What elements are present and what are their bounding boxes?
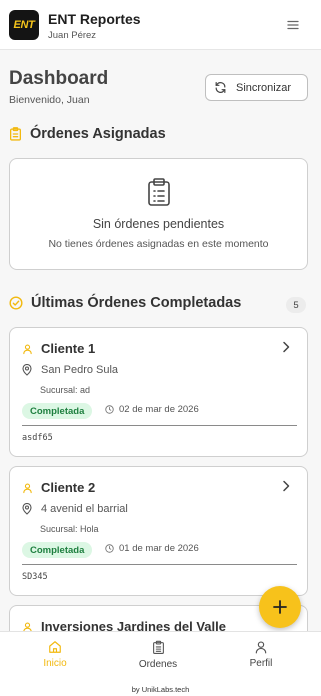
status-badge: Completada bbox=[22, 542, 93, 558]
order-branch: Sucursal: ad bbox=[40, 385, 91, 395]
app-header: ENT ENT Reportes Juan Pérez bbox=[0, 0, 321, 50]
sync-button[interactable]: Sincronizar bbox=[205, 74, 308, 101]
assigned-heading: Órdenes Asignadas bbox=[9, 126, 166, 142]
clipboard-icon bbox=[148, 178, 170, 206]
nav-label: Ordenes bbox=[138, 659, 178, 670]
menu-icon bbox=[287, 20, 299, 30]
completed-heading: Últimas Órdenes Completadas bbox=[9, 295, 241, 311]
home-icon bbox=[49, 641, 61, 653]
sync-label: Sincronizar bbox=[236, 81, 292, 94]
order-code: asdf65 bbox=[22, 433, 53, 443]
clipboard-icon bbox=[152, 640, 164, 655]
clipboard-icon bbox=[10, 127, 21, 141]
clock-icon bbox=[105, 544, 114, 553]
status-badge: Completada bbox=[22, 403, 93, 419]
order-date: 01 de mar de 2026 bbox=[105, 543, 199, 554]
order-location: 4 avenid el barrial bbox=[22, 503, 128, 515]
user-icon bbox=[23, 344, 32, 354]
order-location: San Pedro Sula bbox=[22, 364, 118, 376]
add-order-button[interactable] bbox=[259, 586, 301, 628]
divider bbox=[22, 564, 297, 565]
refresh-icon bbox=[215, 82, 226, 93]
app-logo: ENT bbox=[9, 10, 39, 40]
order-card[interactable]: Cliente 2 4 avenid el barrial Sucursal: … bbox=[9, 466, 308, 596]
order-branch: Sucursal: Hola bbox=[40, 524, 99, 534]
chevron-right-icon[interactable] bbox=[282, 341, 290, 353]
footer-credit: by UnikLabs.tech bbox=[131, 685, 190, 694]
welcome-text: Bienvenido, Juan bbox=[9, 94, 90, 106]
user-name: Juan Pérez bbox=[48, 30, 97, 41]
order-client: Cliente 2 bbox=[22, 480, 95, 495]
empty-description: No tienes órdenes asignadas en este mome… bbox=[48, 238, 269, 250]
map-pin-icon bbox=[22, 503, 32, 515]
plus-icon bbox=[273, 600, 287, 614]
order-date: 02 de mar de 2026 bbox=[105, 404, 199, 415]
map-pin-icon bbox=[22, 364, 32, 376]
completed-count-badge: 5 bbox=[286, 297, 306, 313]
order-card[interactable]: Cliente 1 San Pedro Sula Sucursal: ad Co… bbox=[9, 327, 308, 457]
profile-icon bbox=[255, 641, 267, 654]
order-client: Cliente 1 bbox=[22, 341, 95, 356]
divider bbox=[22, 425, 297, 426]
nav-item-perfil[interactable]: Perfil bbox=[221, 640, 301, 669]
empty-title: Sin órdenes pendientes bbox=[92, 217, 225, 231]
order-code: SD345 bbox=[22, 572, 48, 582]
app-title: ENT Reportes bbox=[48, 11, 141, 27]
check-circle-icon bbox=[9, 296, 23, 310]
nav-item-inicio[interactable]: Inicio bbox=[15, 640, 95, 669]
nav-item-ordenes[interactable]: Ordenes bbox=[118, 640, 198, 670]
user-icon bbox=[23, 483, 32, 493]
nav-label: Perfil bbox=[249, 658, 273, 669]
nav-label: Inicio bbox=[43, 658, 67, 669]
empty-orders-card: Sin órdenes pendientes No tienes órdenes… bbox=[9, 158, 308, 270]
page-title: Dashboard bbox=[9, 68, 109, 89]
menu-button[interactable] bbox=[282, 14, 304, 36]
clock-icon bbox=[105, 405, 114, 414]
chevron-right-icon[interactable] bbox=[282, 480, 290, 492]
